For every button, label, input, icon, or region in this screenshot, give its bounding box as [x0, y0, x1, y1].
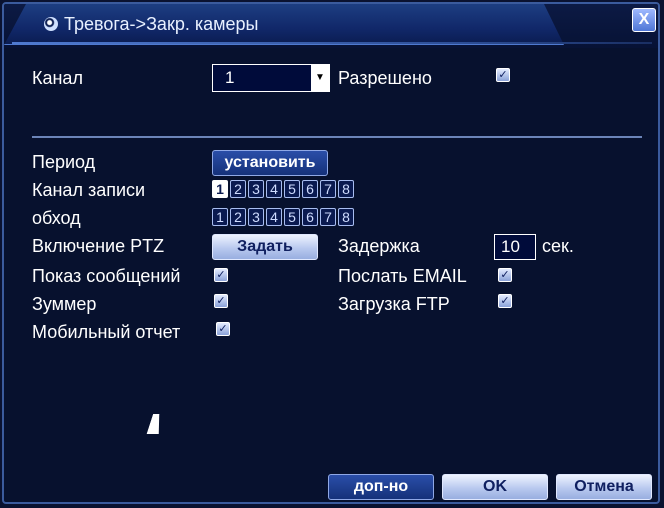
record-channel-label: Канал записи [32, 180, 146, 200]
alarm-video-mask-window: Тревога->Закр. камеры X Канал 1 ▼ Разреш… [2, 2, 660, 504]
ftp-checkbox[interactable]: ✓ [498, 294, 512, 308]
tour-channel-selector: 12345678 [212, 208, 354, 226]
record-channel-5[interactable]: 5 [284, 180, 300, 198]
record-channel-2[interactable]: 2 [230, 180, 246, 198]
tour-channel-3[interactable]: 3 [248, 208, 264, 226]
record-channel-selector: 12345678 [212, 180, 354, 198]
ok-button[interactable]: OK [442, 474, 548, 500]
buzzer-label: Зуммер [32, 294, 97, 314]
mobile-report-checkbox[interactable]: ✓ [216, 322, 230, 336]
enabled-label: Разрешено [338, 68, 432, 88]
show-message-checkbox[interactable]: ✓ [214, 268, 228, 282]
mobile-report-label: Мобильный отчет [32, 322, 181, 342]
tour-channel-6[interactable]: 6 [302, 208, 318, 226]
enabled-checkbox[interactable]: ✓ [496, 68, 510, 82]
period-set-button[interactable]: установить [212, 150, 328, 176]
title-bar: Тревога->Закр. камеры X [4, 4, 658, 48]
tour-label: обход [32, 208, 81, 228]
buzzer-checkbox[interactable]: ✓ [214, 294, 228, 308]
cancel-button[interactable]: Отмена [556, 474, 652, 500]
close-button[interactable]: X [632, 8, 656, 32]
period-label: Период [32, 152, 96, 172]
send-email-checkbox[interactable]: ✓ [498, 268, 512, 282]
record-channel-8[interactable]: 8 [338, 180, 354, 198]
window-icon [44, 17, 58, 31]
tour-channel-2[interactable]: 2 [230, 208, 246, 226]
show-message-label: Показ сообщений [32, 266, 181, 286]
tour-channel-4[interactable]: 4 [266, 208, 282, 226]
delay-input[interactable]: 10 [494, 234, 536, 260]
section-divider [32, 136, 642, 138]
window-title: Тревога->Закр. камеры [64, 14, 259, 34]
title-underline [12, 42, 652, 44]
tour-channel-8[interactable]: 8 [338, 208, 354, 226]
channel-select-value: 1 [225, 68, 235, 87]
delay-unit: сек. [542, 236, 574, 256]
send-email-label: Послать EMAIL [338, 266, 467, 286]
ptz-set-button[interactable]: Задать [212, 234, 318, 260]
mouse-cursor-icon [146, 414, 166, 434]
record-channel-6[interactable]: 6 [302, 180, 318, 198]
record-channel-4[interactable]: 4 [266, 180, 282, 198]
tour-channel-1[interactable]: 1 [212, 208, 228, 226]
channel-select[interactable]: 1 ▼ [212, 64, 330, 92]
record-channel-1[interactable]: 1 [212, 180, 228, 198]
chevron-down-icon[interactable]: ▼ [311, 65, 329, 91]
advanced-button[interactable]: доп-но [328, 474, 434, 500]
channel-label: Канал [32, 68, 83, 88]
record-channel-3[interactable]: 3 [248, 180, 264, 198]
tour-channel-7[interactable]: 7 [320, 208, 336, 226]
record-channel-7[interactable]: 7 [320, 180, 336, 198]
tour-channel-5[interactable]: 5 [284, 208, 300, 226]
ftp-label: Загрузка FTP [338, 294, 450, 314]
delay-label: Задержка [338, 236, 420, 256]
ptz-label: Включение PTZ [32, 236, 165, 256]
